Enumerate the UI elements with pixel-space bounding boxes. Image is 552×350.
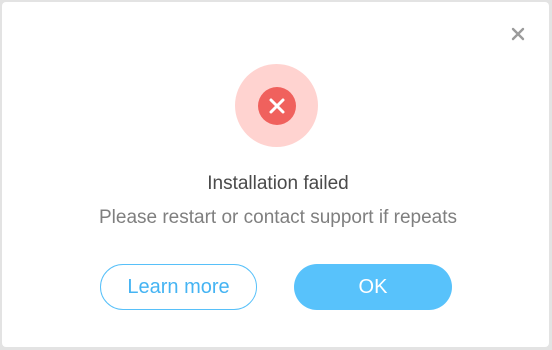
dialog-title: Installation failed [207,173,349,194]
ok-button[interactable]: OK [294,264,452,310]
learn-more-button[interactable]: Learn more [100,264,257,310]
error-icon-halo [235,64,318,147]
error-dialog: Installation failed Please restart or co… [2,2,549,347]
error-x-icon [257,86,296,125]
close-icon [511,27,525,41]
close-button[interactable] [508,24,528,44]
dialog-message: Please restart or contact support if rep… [98,207,457,228]
